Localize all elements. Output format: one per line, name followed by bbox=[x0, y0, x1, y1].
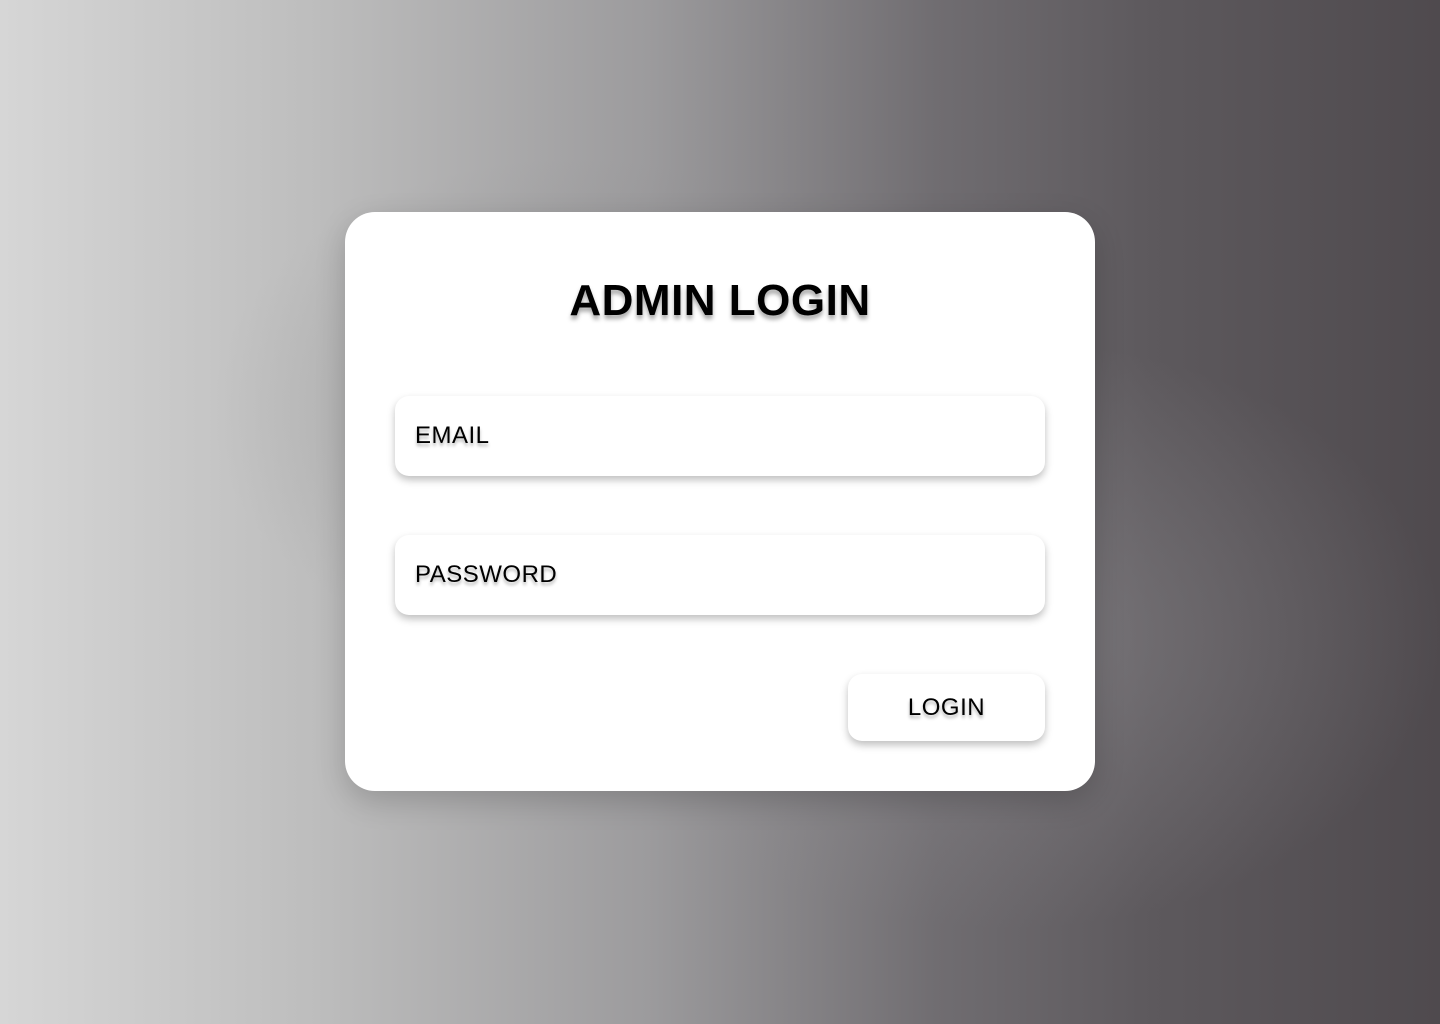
email-placeholder: EMAIL bbox=[415, 422, 490, 449]
page-title: ADMIN LOGIN bbox=[569, 276, 871, 325]
login-button-label: LOGIN bbox=[907, 693, 986, 721]
email-field[interactable]: EMAIL bbox=[395, 396, 1045, 476]
login-button[interactable]: LOGIN bbox=[848, 674, 1045, 741]
password-placeholder: PASSWORD bbox=[415, 561, 558, 588]
password-field[interactable]: PASSWORD bbox=[395, 535, 1045, 615]
